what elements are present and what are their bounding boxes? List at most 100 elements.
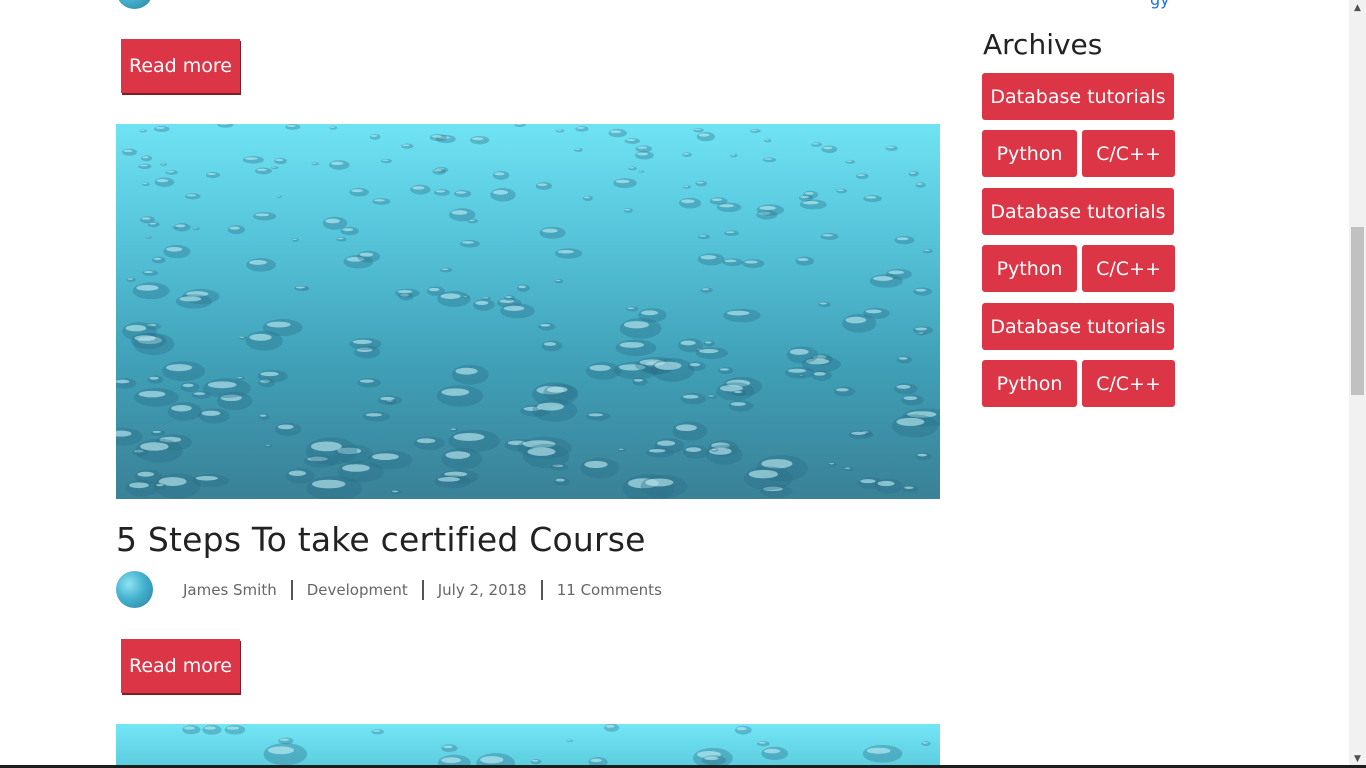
water-drop bbox=[869, 274, 903, 288]
water-drop bbox=[538, 322, 556, 331]
water-drop-highlight bbox=[681, 199, 695, 204]
water-drop bbox=[833, 386, 856, 397]
water-drop bbox=[163, 245, 191, 259]
read-more-button[interactable]: Read more bbox=[121, 39, 240, 93]
water-drop-highlight bbox=[835, 388, 849, 392]
water-drop-highlight bbox=[260, 371, 279, 377]
post-category[interactable]: Development bbox=[307, 581, 408, 599]
post-image-next[interactable] bbox=[116, 724, 940, 768]
archive-tag-cpp[interactable]: C/C++ bbox=[1082, 245, 1175, 292]
water-drop bbox=[153, 125, 170, 133]
archive-tag-python[interactable]: Python bbox=[982, 360, 1077, 407]
post-image[interactable] bbox=[116, 124, 940, 499]
water-drop bbox=[915, 182, 926, 188]
water-drop bbox=[258, 413, 270, 420]
water-drop bbox=[363, 411, 391, 422]
water-drop-highlight bbox=[851, 431, 866, 435]
post-comments[interactable]: 11 Comments bbox=[557, 581, 662, 599]
water-drop bbox=[116, 427, 143, 446]
water-drop bbox=[624, 138, 641, 144]
water-drop-highlight bbox=[143, 271, 154, 274]
scrollbar-thumb[interactable] bbox=[1351, 227, 1364, 395]
water-drop-highlight bbox=[153, 257, 162, 260]
water-drop-highlight bbox=[865, 309, 882, 314]
water-drop-highlight bbox=[724, 259, 737, 263]
water-drop-highlight bbox=[155, 484, 164, 487]
water-drop-highlight bbox=[623, 321, 649, 329]
archive-tag-cpp[interactable]: C/C++ bbox=[1082, 360, 1175, 407]
water-drop bbox=[522, 443, 570, 469]
water-drop-highlight bbox=[256, 168, 267, 172]
water-drop-highlight bbox=[546, 386, 568, 393]
water-drop bbox=[276, 195, 283, 198]
water-drop-highlight bbox=[700, 255, 717, 260]
water-drop-highlight bbox=[359, 252, 374, 257]
water-drop-highlight bbox=[437, 477, 460, 482]
water-drop bbox=[380, 158, 392, 164]
archive-tag-database[interactable]: Database tutorials bbox=[982, 303, 1174, 350]
author-avatar bbox=[116, 0, 153, 9]
read-more-button[interactable]: Read more bbox=[121, 639, 240, 693]
water-drop bbox=[608, 128, 627, 138]
water-drop-highlight bbox=[555, 478, 565, 482]
water-drop bbox=[695, 347, 729, 359]
archive-tag-python[interactable]: Python bbox=[982, 245, 1077, 292]
archive-tag-python[interactable]: Python bbox=[982, 130, 1077, 177]
water-drop-highlight bbox=[764, 748, 781, 754]
water-drop-highlight bbox=[471, 137, 484, 141]
water-drop-highlight bbox=[129, 482, 149, 489]
water-drop bbox=[432, 168, 446, 175]
water-drop-highlight bbox=[915, 327, 928, 331]
archive-tag-database[interactable]: Database tutorials bbox=[982, 73, 1174, 120]
water-drop-highlight bbox=[503, 305, 525, 311]
water-drop bbox=[718, 367, 734, 375]
water-drop bbox=[167, 402, 203, 421]
water-drop bbox=[785, 366, 815, 379]
water-drop bbox=[848, 430, 874, 440]
post-title[interactable]: 5 Steps To take certified Course bbox=[116, 520, 646, 559]
water-drop-highlight bbox=[764, 158, 773, 160]
water-drop bbox=[138, 163, 152, 170]
water-drop bbox=[203, 378, 251, 398]
water-drop bbox=[182, 725, 201, 735]
water-drop bbox=[874, 478, 904, 494]
water-drop-highlight bbox=[155, 126, 165, 129]
water-drop bbox=[586, 412, 611, 421]
water-drop bbox=[580, 457, 620, 479]
water-drop bbox=[490, 187, 516, 202]
water-drop-highlight bbox=[865, 196, 877, 199]
water-drop bbox=[885, 145, 898, 151]
blog-page: gy Read more 5 Steps To take certified C… bbox=[0, 0, 1349, 768]
post-author[interactable]: James Smith bbox=[183, 581, 277, 599]
water-drop-highlight bbox=[440, 293, 461, 299]
water-drop-highlight bbox=[443, 745, 453, 749]
water-drop bbox=[285, 124, 301, 130]
water-drop-highlight bbox=[860, 479, 876, 484]
water-drop bbox=[294, 285, 310, 292]
water-drop bbox=[539, 226, 566, 239]
water-drop-highlight bbox=[312, 162, 317, 164]
water-drop bbox=[917, 331, 927, 336]
water-drop bbox=[504, 295, 516, 301]
water-drop bbox=[585, 362, 622, 380]
water-drop-highlight bbox=[125, 324, 147, 332]
water-drop bbox=[894, 383, 918, 395]
scroll-up-arrow-icon[interactable]: ▲ bbox=[1349, 0, 1366, 17]
water-drop-highlight bbox=[193, 392, 206, 396]
archive-tag-database[interactable]: Database tutorials bbox=[982, 188, 1174, 235]
water-drop-highlight bbox=[540, 323, 551, 327]
water-drop bbox=[278, 737, 294, 745]
water-drop-highlight bbox=[365, 413, 382, 417]
water-drop bbox=[377, 395, 402, 405]
water-drop bbox=[165, 170, 178, 175]
sidebar-partial-link[interactable]: gy bbox=[1150, 0, 1170, 9]
archive-tag-cpp[interactable]: C/C++ bbox=[1082, 130, 1175, 177]
page-scrollbar[interactable]: ▲ ▼ bbox=[1349, 0, 1366, 768]
water-drop bbox=[743, 466, 793, 491]
water-drop-highlight bbox=[184, 726, 196, 730]
water-drop-highlight bbox=[166, 246, 183, 252]
post-meta: James Smith Development July 2, 2018 11 … bbox=[116, 571, 662, 608]
water-drop bbox=[640, 475, 688, 498]
water-drop bbox=[275, 422, 302, 436]
water-drop bbox=[818, 301, 831, 308]
